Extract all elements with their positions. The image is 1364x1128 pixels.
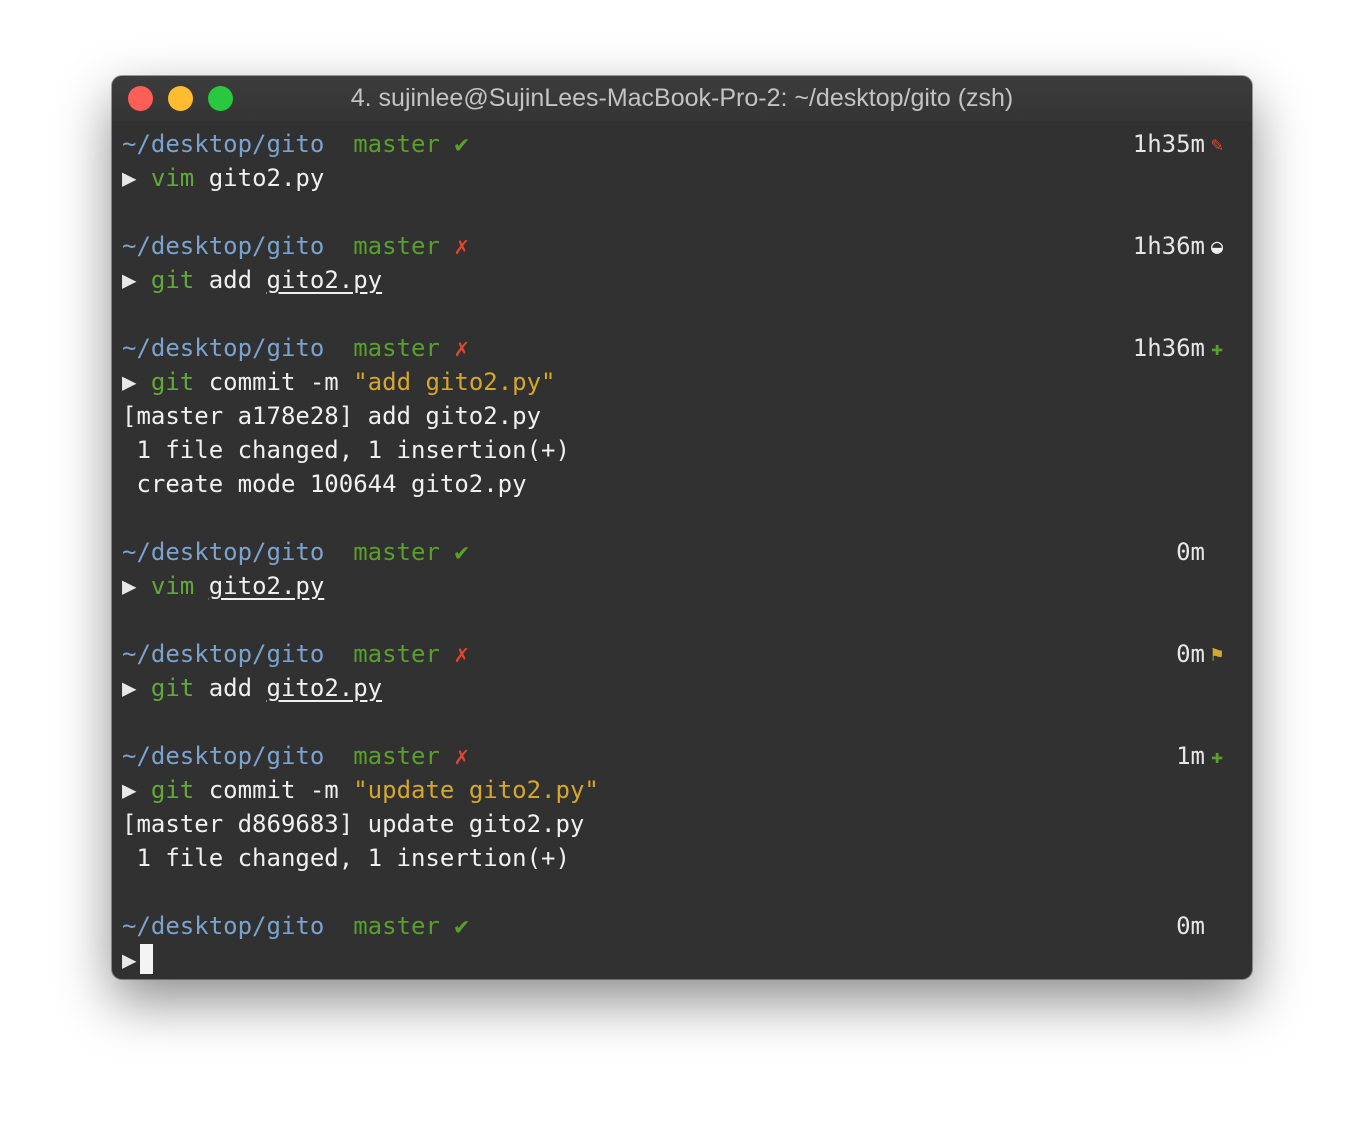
git-branch: master [353, 640, 440, 668]
flag-icon: ⚑ [1210, 642, 1224, 666]
window-title: 4. sujinlee@SujinLees-MacBook-Pro-2: ~/d… [350, 84, 1014, 112]
prompt-header: ~/desktop/gito master ✗ 1h36m ◒ [122, 229, 1252, 263]
command-arg [194, 572, 208, 600]
prompt-header: ~/desktop/gito master ✔ 1h35m ✎ [122, 127, 1252, 161]
prompt-header: ~/desktop/gito master ✗ 1h36m ✚ [122, 331, 1252, 365]
git-branch: master [353, 334, 440, 362]
git-branch: master [353, 232, 440, 260]
command-line: ▶ [122, 943, 1252, 977]
text-cursor[interactable] [140, 944, 154, 974]
command-arg: add [194, 674, 267, 702]
cross-icon: ✗ [454, 334, 469, 362]
elapsed-time: 0m [1176, 640, 1205, 668]
git-branch: master [353, 130, 440, 158]
command-arg: commit -m [194, 368, 354, 396]
output-line: create mode 100644 gito2.py [122, 470, 527, 498]
prompt-arrow-icon: ▶ [122, 776, 137, 804]
elapsed-time: 1h35m [1132, 130, 1205, 158]
command-name: vim [150, 572, 195, 600]
command-name: git [150, 368, 195, 396]
command-name: git [150, 266, 195, 294]
cross-icon: ✗ [454, 232, 469, 260]
output-line: 1 file changed, 1 insertion(+) [122, 436, 570, 464]
elapsed-time: 0m [1176, 912, 1205, 940]
output-line: [master d869683] update gito2.py [122, 810, 585, 838]
prompt-arrow-icon: ▶ [122, 946, 137, 974]
cwd-path: ~/desktop/gito [122, 538, 325, 566]
cross-icon: ✗ [454, 742, 469, 770]
command-line: ▶ git commit -m "add gito2.py" [122, 365, 1252, 399]
elapsed-time: 1h36m [1132, 334, 1205, 362]
cwd-path: ~/desktop/gito [122, 130, 325, 158]
output-line: 1 file changed, 1 insertion(+) [122, 844, 570, 872]
command-arg: gito2.py [266, 266, 383, 294]
plus-icon: ✚ [1210, 744, 1224, 768]
command-name: git [150, 674, 195, 702]
no-pencil-icon: ✎ [1210, 132, 1224, 156]
plus-icon: ✚ [1210, 336, 1224, 360]
check-icon: ✔ [454, 130, 469, 158]
command-name: vim [150, 164, 195, 192]
elapsed-time: 1m [1176, 742, 1205, 770]
command-arg: gito2.py [266, 674, 383, 702]
prompt-header: ~/desktop/gito master ✗ 1m ✚ [122, 739, 1252, 773]
command-arg: "update gito2.py" [353, 776, 599, 804]
output-line: [master a178e28] add gito2.py [122, 402, 542, 430]
command-name: git [150, 776, 195, 804]
prompt-header: ~/desktop/gito master ✗ 0m ⚑ [122, 637, 1252, 671]
prompt-arrow-icon: ▶ [122, 164, 137, 192]
command-arg: add [194, 266, 267, 294]
command-line: ▶ vim gito2.py [122, 569, 1252, 603]
prompt-header: ~/desktop/gito master ✔ 0m [122, 909, 1252, 943]
command-arg: "add gito2.py" [353, 368, 556, 396]
terminal-window: 4. sujinlee@SujinLees-MacBook-Pro-2: ~/d… [112, 76, 1252, 979]
command-line: ▶ vim gito2.py [122, 161, 1252, 195]
half-circle-icon: ◒ [1210, 234, 1224, 258]
command-line: ▶ git add gito2.py [122, 263, 1252, 297]
terminal-content[interactable]: ~/desktop/gito master ✔ 1h35m ✎ ▶ vim gito2… [112, 121, 1252, 979]
cwd-path: ~/desktop/gito [122, 912, 325, 940]
prompt-arrow-icon: ▶ [122, 674, 137, 702]
prompt-arrow-icon: ▶ [122, 266, 137, 294]
git-branch: master [353, 912, 440, 940]
elapsed-time: 1h36m [1132, 232, 1205, 260]
command-line: ▶ git add gito2.py [122, 671, 1252, 705]
check-icon: ✔ [454, 912, 469, 940]
cwd-path: ~/desktop/gito [122, 232, 325, 260]
git-branch: master [353, 742, 440, 770]
cross-icon: ✗ [454, 640, 469, 668]
command-line: ▶ git commit -m "update gito2.py" [122, 773, 1252, 807]
prompt-arrow-icon: ▶ [122, 368, 137, 396]
elapsed-time: 0m [1176, 538, 1205, 566]
prompt-arrow-icon: ▶ [122, 572, 137, 600]
title-bar[interactable]: 4. sujinlee@SujinLees-MacBook-Pro-2: ~/d… [112, 76, 1252, 121]
command-arg: commit -m [194, 776, 354, 804]
command-arg: gito2.py [208, 572, 325, 600]
prompt-header: ~/desktop/gito master ✔ 0m [122, 535, 1252, 569]
cwd-path: ~/desktop/gito [122, 334, 325, 362]
cwd-path: ~/desktop/gito [122, 742, 325, 770]
check-icon: ✔ [454, 538, 469, 566]
git-branch: master [353, 538, 440, 566]
cwd-path: ~/desktop/gito [122, 640, 325, 668]
command-arg: gito2.py [194, 164, 325, 192]
